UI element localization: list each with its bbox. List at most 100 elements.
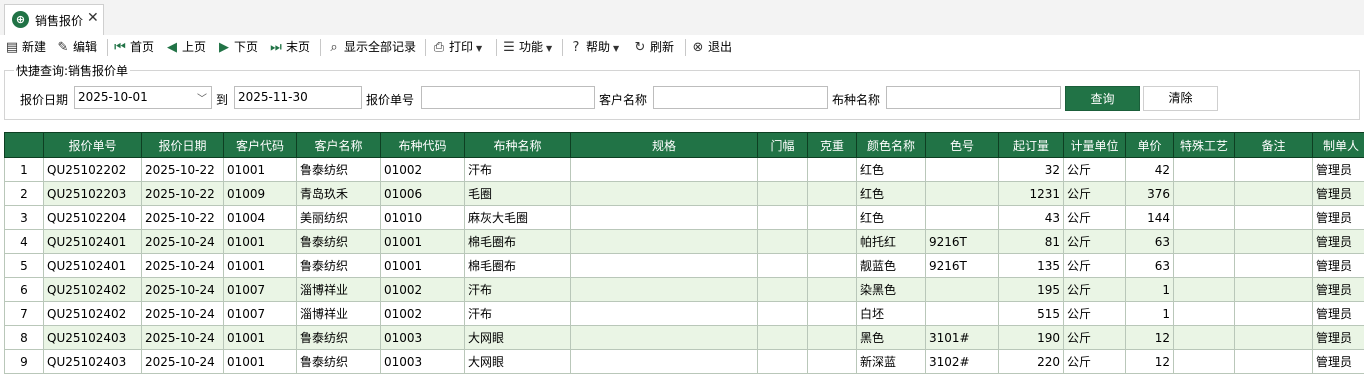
column-header[interactable]: 制单人 (1313, 133, 1364, 158)
table-cell[interactable]: 3101# (926, 326, 999, 350)
table-cell[interactable]: 01001 (381, 254, 465, 278)
table-cell[interactable]: 01009 (224, 182, 297, 206)
column-header[interactable]: 颜色名称 (857, 133, 926, 158)
table-cell[interactable] (1174, 302, 1235, 326)
table-row[interactable]: 8QU251024032025-10-2401001鲁泰纺织01003大网眼黑色… (5, 326, 1364, 350)
table-cell[interactable]: 公斤 (1064, 182, 1126, 206)
table-cell[interactable] (1235, 278, 1313, 302)
table-cell[interactable] (926, 182, 999, 206)
table-cell[interactable]: 01001 (224, 158, 297, 182)
table-cell[interactable] (1174, 326, 1235, 350)
functions-button[interactable]: ☰功能▼ (501, 38, 552, 56)
print-button[interactable]: ⎙打印▼ (431, 38, 482, 56)
table-cell[interactable] (926, 302, 999, 326)
table-cell[interactable]: 195 (999, 278, 1064, 302)
chevron-down-icon[interactable]: ﹀ (197, 90, 207, 105)
table-cell[interactable]: 1 (1126, 302, 1174, 326)
table-cell[interactable]: 帕托红 (857, 230, 926, 254)
table-cell[interactable]: 红色 (857, 158, 926, 182)
table-cell[interactable]: 1231 (999, 182, 1064, 206)
table-cell[interactable]: 01006 (381, 182, 465, 206)
table-cell[interactable] (758, 302, 808, 326)
column-header[interactable]: 报价单号 (44, 133, 142, 158)
column-header[interactable]: 备注 (1235, 133, 1313, 158)
table-cell[interactable]: 01002 (381, 158, 465, 182)
table-cell[interactable]: 2025-10-24 (142, 230, 224, 254)
table-cell[interactable] (571, 230, 758, 254)
table-cell[interactable] (1174, 254, 1235, 278)
table-cell[interactable] (758, 278, 808, 302)
column-header[interactable]: 克重 (808, 133, 857, 158)
table-cell[interactable]: 公斤 (1064, 206, 1126, 230)
prev-page-button[interactable]: ◀上页 (164, 38, 206, 56)
table-cell[interactable] (808, 254, 857, 278)
table-cell[interactable] (571, 254, 758, 278)
table-cell[interactable] (571, 206, 758, 230)
date-from-field[interactable]: 2025-10-01 (74, 86, 212, 109)
table-cell[interactable] (808, 206, 857, 230)
column-header[interactable]: 客户名称 (297, 133, 381, 158)
table-cell[interactable] (926, 278, 999, 302)
table-cell[interactable]: 棉毛圈布 (465, 254, 571, 278)
table-cell[interactable]: 2025-10-24 (142, 278, 224, 302)
table-cell[interactable] (808, 230, 857, 254)
column-header[interactable]: 规格 (571, 133, 758, 158)
table-cell[interactable] (571, 326, 758, 350)
table-row[interactable]: 5QU251024012025-10-2401001鲁泰纺织01001棉毛圈布靓… (5, 254, 1364, 278)
table-cell[interactable]: 红色 (857, 182, 926, 206)
table-cell[interactable]: 汗布 (465, 302, 571, 326)
table-cell[interactable]: 63 (1126, 254, 1174, 278)
table-cell[interactable]: 01001 (224, 326, 297, 350)
table-cell[interactable] (758, 206, 808, 230)
table-cell[interactable] (1174, 278, 1235, 302)
table-cell[interactable]: 汗布 (465, 158, 571, 182)
column-header[interactable]: 报价日期 (142, 133, 224, 158)
table-cell[interactable]: 9216T (926, 254, 999, 278)
table-cell[interactable]: 63 (1126, 230, 1174, 254)
table-cell[interactable]: 管理员 (1313, 206, 1364, 230)
table-row[interactable]: 6QU251024022025-10-2401007淄博祥业01002汗布染黑色… (5, 278, 1364, 302)
table-cell[interactable]: 2025-10-22 (142, 206, 224, 230)
table-cell[interactable]: 青岛玖禾 (297, 182, 381, 206)
table-cell[interactable]: 376 (1126, 182, 1174, 206)
table-cell[interactable]: 9216T (926, 230, 999, 254)
table-row[interactable]: 3QU251022042025-10-2201004美丽纺织01010麻灰大毛圈… (5, 206, 1364, 230)
last-page-button[interactable]: ⏭末页 (268, 38, 310, 56)
table-cell[interactable]: 01001 (381, 230, 465, 254)
first-page-button[interactable]: ⏮首页 (112, 38, 154, 56)
table-cell[interactable] (758, 254, 808, 278)
fabric-input[interactable] (886, 86, 1061, 109)
table-cell[interactable]: 1 (1126, 278, 1174, 302)
clear-button[interactable]: 清除 (1143, 86, 1218, 111)
table-cell[interactable]: 43 (999, 206, 1064, 230)
table-cell[interactable]: QU25102401 (44, 254, 142, 278)
table-cell[interactable] (808, 182, 857, 206)
table-cell[interactable] (1235, 302, 1313, 326)
refresh-button[interactable]: ↻刷新 (632, 38, 674, 56)
table-cell[interactable]: 公斤 (1064, 302, 1126, 326)
table-cell[interactable]: 190 (999, 326, 1064, 350)
table-cell[interactable] (571, 278, 758, 302)
table-cell[interactable] (1235, 326, 1313, 350)
table-cell[interactable]: QU25102403 (44, 326, 142, 350)
table-cell[interactable]: 鲁泰纺织 (297, 230, 381, 254)
table-cell[interactable]: 大网眼 (465, 326, 571, 350)
table-cell[interactable]: 公斤 (1064, 278, 1126, 302)
table-cell[interactable] (1235, 206, 1313, 230)
table-row[interactable]: 4QU251024012025-10-2401001鲁泰纺织01001棉毛圈布帕… (5, 230, 1364, 254)
customer-input[interactable] (653, 86, 828, 109)
table-cell[interactable]: 染黑色 (857, 278, 926, 302)
table-cell[interactable]: 管理员 (1313, 302, 1364, 326)
table-cell[interactable]: 135 (999, 254, 1064, 278)
column-header[interactable]: 起订量 (999, 133, 1064, 158)
new-button[interactable]: ▤新建 (4, 38, 46, 56)
column-header[interactable]: 单价 (1126, 133, 1174, 158)
table-cell[interactable]: 01001 (224, 254, 297, 278)
table-cell[interactable] (758, 326, 808, 350)
table-cell[interactable] (926, 158, 999, 182)
table-cell[interactable]: 01007 (224, 302, 297, 326)
table-cell[interactable] (571, 302, 758, 326)
table-cell[interactable]: 麻灰大毛圈 (465, 206, 571, 230)
table-cell[interactable]: 12 (1126, 326, 1174, 350)
table-cell[interactable]: 红色 (857, 206, 926, 230)
